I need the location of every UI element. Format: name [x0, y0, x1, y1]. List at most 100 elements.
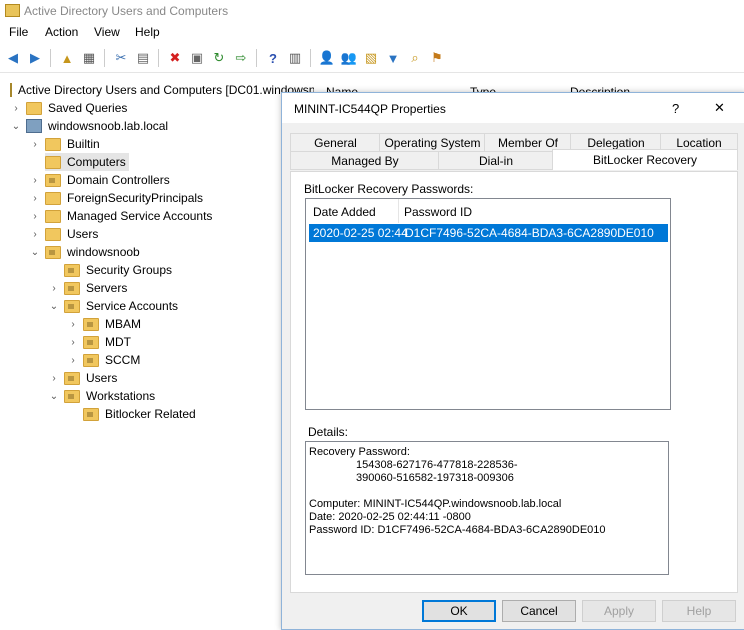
recovery-passwords-label: BitLocker Recovery Passwords:	[304, 182, 474, 196]
menu-bar: File Action View Help	[0, 22, 744, 44]
filter-icon[interactable]: ▼	[384, 49, 402, 67]
tree-item-workstations[interactable]: ⌄ Workstations	[49, 387, 155, 405]
aduc-root-icon	[10, 83, 12, 97]
tree-item-windowsnoob[interactable]: ⌄ windowsnoob	[30, 243, 140, 261]
chevron-right-icon[interactable]: ›	[68, 319, 78, 330]
console-help-icon[interactable]: ▥	[286, 49, 304, 67]
menu-file[interactable]: File	[9, 25, 28, 39]
tab-general[interactable]: General	[290, 133, 381, 152]
ok-button[interactable]: OK	[422, 600, 496, 622]
tree-item-managed-service-accounts[interactable]: › Managed Service Accounts	[30, 207, 212, 225]
tree-item-servers[interactable]: › Servers	[49, 279, 127, 297]
chevron-right-icon[interactable]: ›	[49, 283, 59, 294]
menu-view[interactable]: View	[94, 25, 120, 39]
back-arrow-icon[interactable]: ◀	[4, 49, 22, 67]
row-date-added: 2020-02-25 02:44	[313, 226, 408, 240]
ou-folder-icon	[64, 263, 80, 277]
tree-item-foreign-security-principals[interactable]: › ForeignSecurityPrincipals	[30, 189, 203, 207]
tree-item-domain-controllers[interactable]: › Domain Controllers	[30, 171, 169, 189]
tree-item-label: Saved Queries	[48, 101, 128, 115]
up-folder-icon[interactable]: ▲	[58, 49, 76, 67]
tree-item-computers[interactable]: Computers	[45, 153, 129, 171]
column-header-password-id[interactable]: Password ID	[404, 205, 472, 219]
new-user-icon[interactable]: 👤	[318, 49, 336, 67]
ou-folder-icon	[45, 245, 61, 259]
clipboard-icon[interactable]: ▤	[134, 49, 152, 67]
find-icon[interactable]: ⌕	[406, 49, 424, 67]
recovery-password-row[interactable]: 2020-02-25 02:44 D1CF7496-52CA-4684-BDA3…	[309, 224, 668, 242]
chevron-right-icon[interactable]: ›	[30, 211, 40, 222]
cancel-button[interactable]: Cancel	[502, 600, 576, 622]
chevron-down-icon[interactable]: ⌄	[11, 121, 21, 132]
toolbar-separator	[50, 49, 51, 67]
tree-item-domain[interactable]: ⌄ windowsnoob.lab.local	[11, 117, 168, 135]
close-icon[interactable]: ✕	[714, 100, 725, 116]
tree-item-label: Workstations	[86, 389, 156, 403]
new-ou-icon[interactable]: ▧	[362, 49, 380, 67]
ou-folder-icon	[83, 317, 99, 331]
tree-root[interactable]: Active Directory Users and Computers [DC…	[10, 81, 314, 99]
export-icon[interactable]: ⇨	[232, 49, 250, 67]
chevron-right-icon[interactable]: ›	[30, 139, 40, 150]
tree-item-security-groups[interactable]: Security Groups	[64, 261, 172, 279]
tree-item-bitlocker-related[interactable]: Bitlocker Related	[83, 405, 196, 423]
forward-arrow-icon[interactable]: ▶	[26, 49, 44, 67]
tree-item-label: Service Accounts	[86, 299, 179, 313]
chevron-right-icon[interactable]: ›	[30, 193, 40, 204]
tree-item-sccm[interactable]: › SCCM	[68, 351, 140, 369]
new-group-icon[interactable]: 👥	[340, 49, 358, 67]
chevron-right-icon[interactable]: ›	[49, 373, 59, 384]
chevron-down-icon[interactable]: ⌄	[49, 301, 59, 312]
toolbar-separator	[256, 49, 257, 67]
tab-managed-by[interactable]: Managed By	[290, 151, 440, 170]
delete-icon[interactable]: ✖	[166, 49, 184, 67]
tree-item-label: MDT	[105, 335, 131, 349]
cut-icon[interactable]: ✂	[112, 49, 130, 67]
toolbar: ◀ ▶ ▲ ▦ ✂ ▤ ✖ ▣ ↻ ⇨ ? ▥ 👤 👥 ▧ ▼ ⌕ ⚑	[0, 44, 744, 73]
ou-folder-icon	[83, 353, 99, 367]
apply-button[interactable]: Apply	[582, 600, 656, 622]
chevron-right-icon[interactable]: ›	[68, 337, 78, 348]
help-question-icon[interactable]: ?	[672, 101, 679, 116]
chevron-right-icon[interactable]: ›	[11, 103, 21, 114]
tree-item-label: Computers	[67, 155, 126, 169]
ou-folder-icon	[64, 299, 80, 313]
tree-item-label: Users	[86, 371, 118, 385]
tree-item-users[interactable]: › Users	[30, 225, 98, 243]
menu-action[interactable]: Action	[45, 25, 78, 39]
tree-item-mbam[interactable]: › MBAM	[68, 315, 141, 333]
tree-item-builtin[interactable]: › Builtin	[30, 135, 99, 153]
chevron-right-icon[interactable]: ›	[30, 229, 40, 240]
show-hide-tree-icon[interactable]: ▦	[80, 49, 98, 67]
recovery-passwords-list[interactable]: Date Added Password ID 2020-02-25 02:44 …	[305, 198, 671, 410]
ou-folder-icon	[83, 407, 99, 421]
help-button[interactable]: Help	[662, 600, 736, 622]
details-box[interactable]: Recovery Password: 154308-627176-477818-…	[305, 441, 669, 575]
tab-dial-in[interactable]: Dial-in	[438, 151, 554, 170]
tab-operating-system[interactable]: Operating System	[379, 133, 486, 152]
row-password-id: D1CF7496-52CA-4684-BDA3-6CA2890DE010	[405, 226, 654, 240]
ou-folder-icon	[83, 335, 99, 349]
tree-item-label: Users	[67, 227, 99, 241]
menu-help[interactable]: Help	[135, 25, 160, 39]
column-header-date-added[interactable]: Date Added	[313, 205, 376, 219]
chevron-down-icon[interactable]: ⌄	[30, 247, 40, 258]
tree-item-users-ou[interactable]: › Users	[49, 369, 117, 387]
tree-item-mdt[interactable]: › MDT	[68, 333, 131, 351]
properties-icon[interactable]: ▣	[188, 49, 206, 67]
folder-icon	[26, 101, 42, 115]
dialog-title: MININT-IC544QP Properties	[294, 102, 446, 116]
tree-item-saved-queries[interactable]: › Saved Queries	[11, 99, 127, 117]
tree-item-service-accounts[interactable]: ⌄ Service Accounts	[49, 297, 178, 315]
chevron-right-icon[interactable]: ›	[68, 355, 78, 366]
add-to-group-icon[interactable]: ⚑	[428, 49, 446, 67]
recovery-password-heading: Recovery Password:	[309, 446, 410, 458]
ou-folder-icon	[45, 173, 61, 187]
refresh-icon[interactable]: ↻	[210, 49, 228, 67]
tab-bitlocker-recovery[interactable]: BitLocker Recovery	[552, 149, 738, 170]
chevron-down-icon[interactable]: ⌄	[49, 391, 59, 402]
toolbar-separator	[104, 49, 105, 67]
recovery-password-line1: 154308-627176-477818-228536-	[356, 459, 518, 471]
chevron-right-icon[interactable]: ›	[30, 175, 40, 186]
help-icon[interactable]: ?	[264, 49, 282, 67]
